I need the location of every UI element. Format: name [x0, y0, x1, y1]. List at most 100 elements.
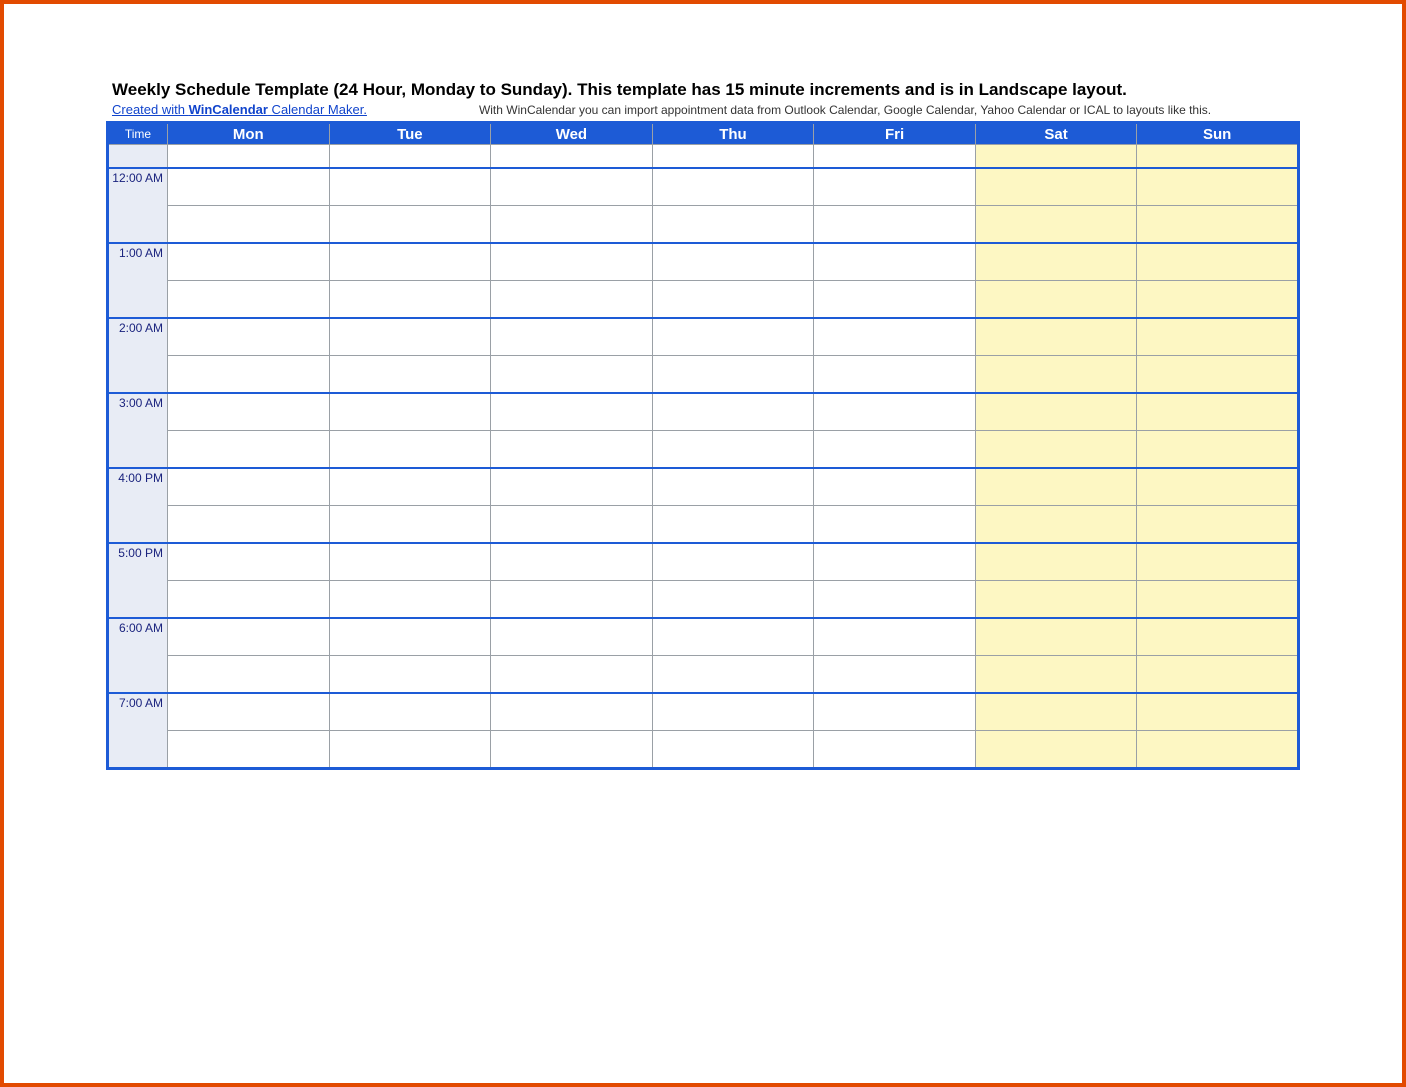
- schedule-cell[interactable]: [168, 618, 330, 656]
- schedule-cell[interactable]: [814, 431, 976, 469]
- schedule-cell[interactable]: [814, 581, 976, 619]
- schedule-cell[interactable]: [975, 468, 1137, 506]
- schedule-cell[interactable]: [329, 356, 491, 394]
- schedule-cell[interactable]: [975, 543, 1137, 581]
- schedule-cell[interactable]: [1137, 543, 1299, 581]
- schedule-cell[interactable]: [814, 543, 976, 581]
- schedule-cell[interactable]: [491, 318, 653, 356]
- schedule-cell[interactable]: [652, 243, 814, 281]
- schedule-cell[interactable]: [1137, 318, 1299, 356]
- schedule-cell[interactable]: [814, 356, 976, 394]
- schedule-cell[interactable]: [491, 581, 653, 619]
- schedule-cell[interactable]: [168, 356, 330, 394]
- schedule-cell[interactable]: [652, 318, 814, 356]
- schedule-cell[interactable]: [975, 693, 1137, 731]
- schedule-cell[interactable]: [329, 393, 491, 431]
- schedule-cell[interactable]: [1137, 618, 1299, 656]
- schedule-cell[interactable]: [1137, 281, 1299, 319]
- schedule-cell[interactable]: [1137, 243, 1299, 281]
- schedule-cell[interactable]: [329, 581, 491, 619]
- schedule-cell[interactable]: [652, 468, 814, 506]
- schedule-cell[interactable]: [814, 168, 976, 206]
- credit-link[interactable]: Created with WinCalendar Calendar Maker.: [112, 102, 367, 117]
- schedule-cell[interactable]: [1137, 431, 1299, 469]
- schedule-cell[interactable]: [975, 393, 1137, 431]
- schedule-cell[interactable]: [491, 281, 653, 319]
- schedule-cell[interactable]: [491, 206, 653, 244]
- schedule-cell[interactable]: [814, 468, 976, 506]
- schedule-cell[interactable]: [814, 281, 976, 319]
- schedule-cell[interactable]: [1137, 468, 1299, 506]
- schedule-cell[interactable]: [975, 243, 1137, 281]
- schedule-cell[interactable]: [814, 693, 976, 731]
- schedule-cell[interactable]: [491, 168, 653, 206]
- schedule-cell[interactable]: [491, 656, 653, 694]
- schedule-cell[interactable]: [975, 618, 1137, 656]
- schedule-cell[interactable]: [329, 693, 491, 731]
- schedule-cell[interactable]: [652, 281, 814, 319]
- schedule-cell[interactable]: [329, 281, 491, 319]
- schedule-cell[interactable]: [975, 506, 1137, 544]
- schedule-cell[interactable]: [491, 506, 653, 544]
- schedule-cell[interactable]: [329, 206, 491, 244]
- schedule-cell[interactable]: [329, 543, 491, 581]
- schedule-cell[interactable]: [652, 206, 814, 244]
- schedule-cell[interactable]: [652, 693, 814, 731]
- schedule-cell[interactable]: [975, 431, 1137, 469]
- schedule-cell[interactable]: [168, 206, 330, 244]
- schedule-cell[interactable]: [975, 206, 1137, 244]
- schedule-cell[interactable]: [814, 393, 976, 431]
- schedule-cell[interactable]: [491, 393, 653, 431]
- schedule-cell[interactable]: [652, 656, 814, 694]
- schedule-cell[interactable]: [652, 356, 814, 394]
- schedule-cell[interactable]: [814, 243, 976, 281]
- schedule-cell[interactable]: [168, 731, 330, 769]
- schedule-cell[interactable]: [329, 731, 491, 769]
- schedule-cell[interactable]: [491, 356, 653, 394]
- schedule-cell[interactable]: [652, 731, 814, 769]
- schedule-cell[interactable]: [814, 656, 976, 694]
- schedule-cell[interactable]: [168, 281, 330, 319]
- schedule-cell[interactable]: [814, 145, 976, 169]
- schedule-cell[interactable]: [491, 468, 653, 506]
- schedule-cell[interactable]: [652, 506, 814, 544]
- schedule-cell[interactable]: [1137, 206, 1299, 244]
- schedule-cell[interactable]: [168, 431, 330, 469]
- schedule-cell[interactable]: [168, 693, 330, 731]
- schedule-cell[interactable]: [652, 393, 814, 431]
- schedule-cell[interactable]: [814, 206, 976, 244]
- schedule-cell[interactable]: [975, 356, 1137, 394]
- schedule-cell[interactable]: [975, 656, 1137, 694]
- schedule-cell[interactable]: [168, 656, 330, 694]
- schedule-cell[interactable]: [652, 618, 814, 656]
- schedule-cell[interactable]: [168, 145, 330, 169]
- schedule-cell[interactable]: [814, 731, 976, 769]
- schedule-cell[interactable]: [1137, 693, 1299, 731]
- schedule-cell[interactable]: [329, 468, 491, 506]
- schedule-cell[interactable]: [168, 393, 330, 431]
- schedule-cell[interactable]: [329, 618, 491, 656]
- schedule-cell[interactable]: [168, 506, 330, 544]
- schedule-cell[interactable]: [491, 431, 653, 469]
- schedule-cell[interactable]: [975, 281, 1137, 319]
- schedule-cell[interactable]: [1137, 145, 1299, 169]
- schedule-cell[interactable]: [1137, 356, 1299, 394]
- schedule-cell[interactable]: [1137, 581, 1299, 619]
- schedule-cell[interactable]: [1137, 393, 1299, 431]
- schedule-cell[interactable]: [491, 243, 653, 281]
- schedule-cell[interactable]: [975, 145, 1137, 169]
- schedule-cell[interactable]: [975, 168, 1137, 206]
- schedule-cell[interactable]: [652, 168, 814, 206]
- schedule-cell[interactable]: [491, 543, 653, 581]
- schedule-cell[interactable]: [814, 318, 976, 356]
- schedule-cell[interactable]: [329, 168, 491, 206]
- schedule-cell[interactable]: [1137, 731, 1299, 769]
- schedule-cell[interactable]: [329, 506, 491, 544]
- schedule-cell[interactable]: [168, 168, 330, 206]
- schedule-cell[interactable]: [1137, 506, 1299, 544]
- schedule-cell[interactable]: [168, 318, 330, 356]
- schedule-cell[interactable]: [652, 581, 814, 619]
- schedule-cell[interactable]: [491, 731, 653, 769]
- schedule-cell[interactable]: [1137, 656, 1299, 694]
- schedule-cell[interactable]: [652, 543, 814, 581]
